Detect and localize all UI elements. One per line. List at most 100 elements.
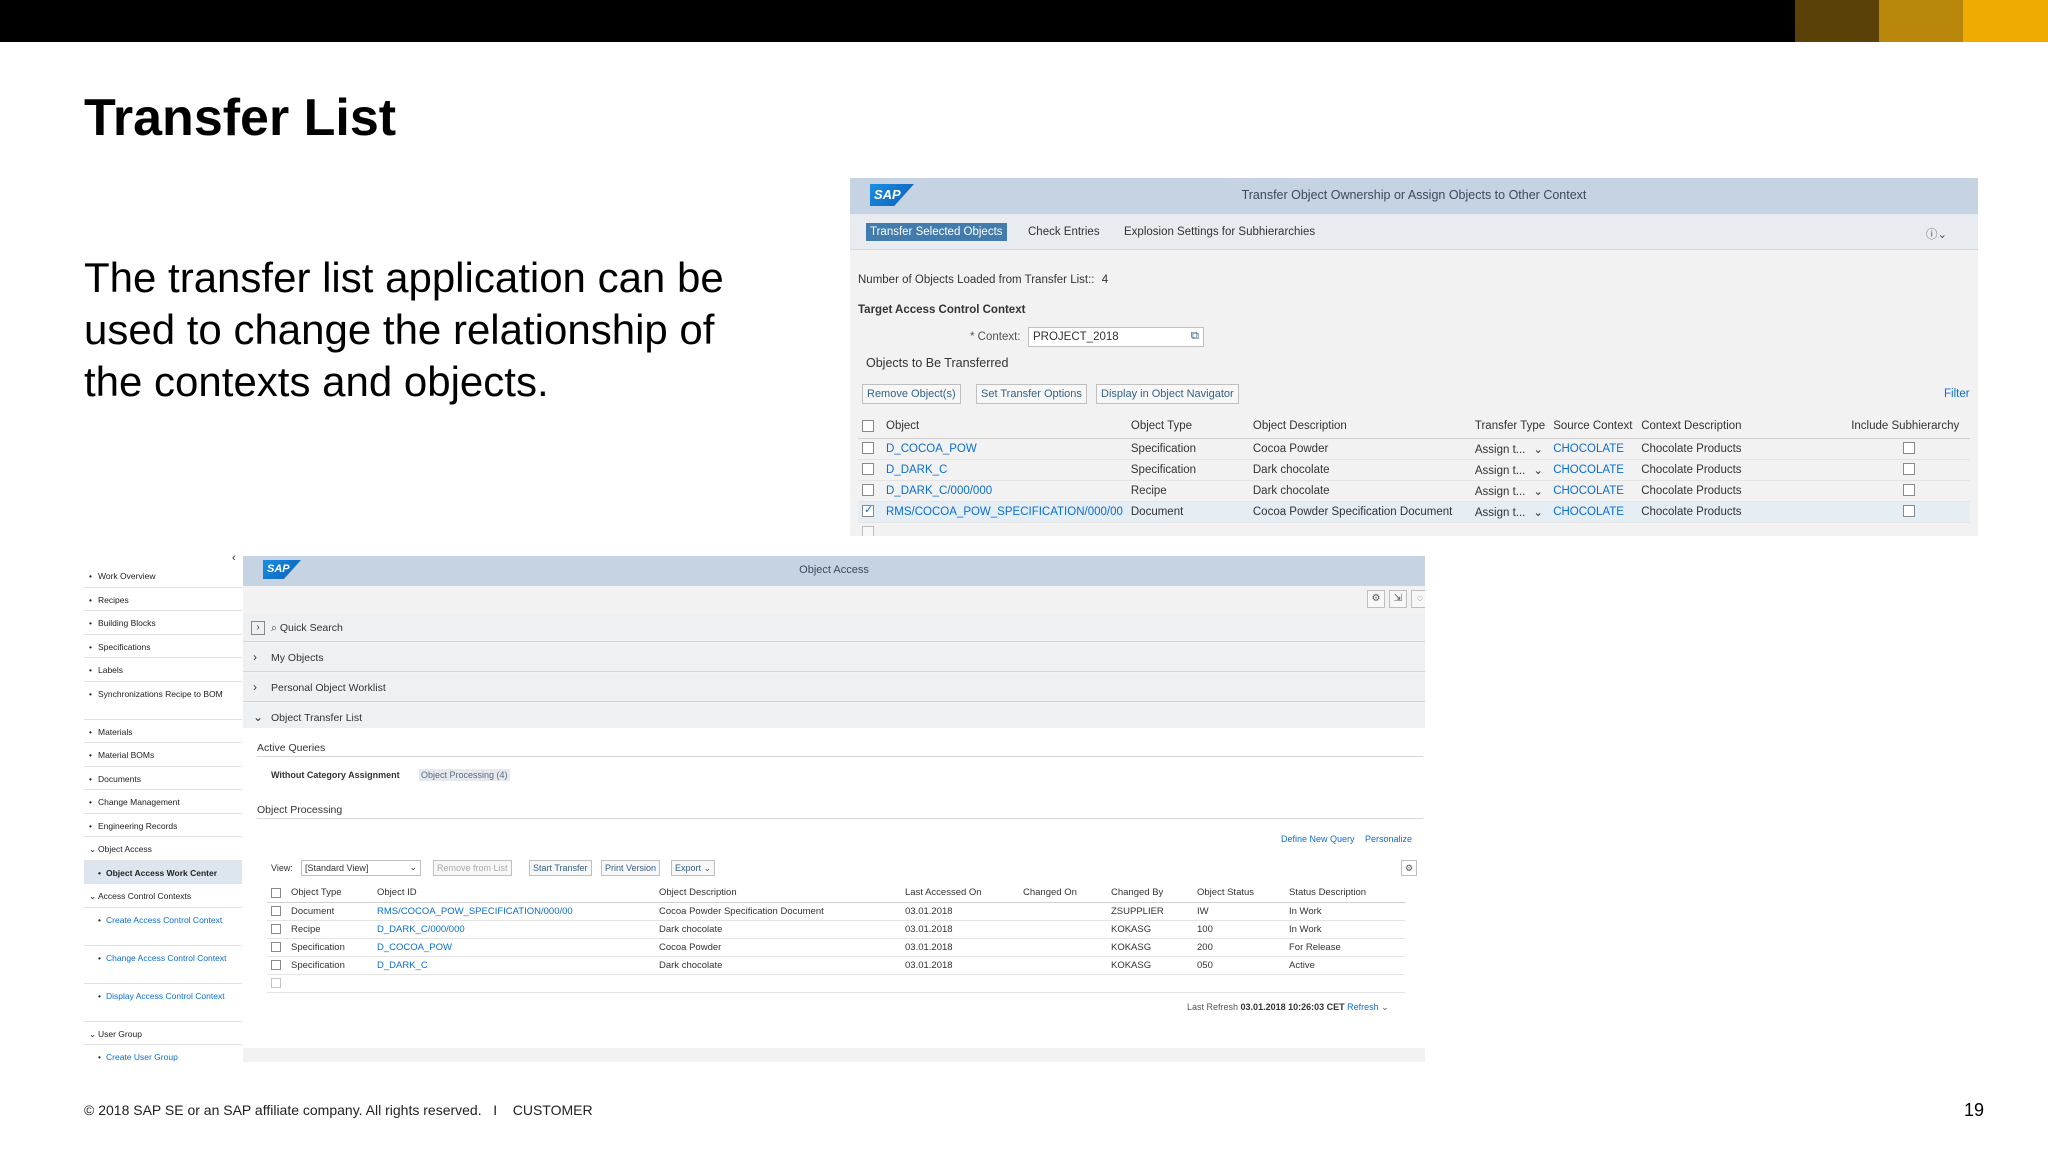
source-context-link[interactable]: CHOCOLATE (1549, 501, 1638, 523)
table-row[interactable]: Specification D_COCOA_POW Cocoa Powder 03.0… (267, 938, 1405, 957)
sidebar-item-change-access-control-context[interactable]: • Change Access Control Context (84, 946, 242, 984)
row-checkbox[interactable] (858, 480, 882, 502)
display-object-navigator-button[interactable]: Display in Object Navigator (1096, 384, 1239, 404)
object-id-link[interactable]: D_DARK_C/000/000 (373, 920, 655, 939)
row-checkbox[interactable] (858, 522, 882, 536)
link-icon[interactable]: ⇲ (1389, 590, 1407, 608)
object-id-link[interactable]: D_COCOA_POW (373, 938, 655, 957)
transfer-type-select[interactable]: Assign t... ⌄ (1470, 459, 1550, 481)
settings-icon[interactable]: ⚙ (1367, 590, 1385, 608)
sidebar-item-change-management[interactable]: • Change Management (84, 790, 242, 814)
explosion-settings-button[interactable]: Explosion Settings for Subhierarchies (1120, 223, 1319, 241)
sidebar-item-work-overview[interactable]: • Work Overview (84, 564, 242, 588)
row-checkbox[interactable] (267, 938, 287, 957)
filter-link[interactable]: Filter (1944, 388, 1970, 400)
context-input[interactable]: PROJECT_2018 ⧉ (1028, 327, 1204, 347)
object-link[interactable]: D_COCOA_POW (882, 438, 1127, 460)
col-source-context[interactable]: Source Context (1549, 414, 1638, 439)
chevron-down-icon[interactable]: ⌄ (1533, 444, 1543, 456)
col-changed-by[interactable]: Changed By (1107, 884, 1193, 903)
checkbox[interactable] (1902, 484, 1915, 497)
row-checkbox[interactable] (267, 902, 287, 921)
expand-icon[interactable]: › (251, 621, 265, 635)
check-entries-button[interactable]: Check Entries (1024, 223, 1104, 241)
sidebar-item-user-group[interactable]: ⌄ User Group (84, 1022, 242, 1045)
chevron-down-icon[interactable]: ⌄ (1533, 465, 1543, 477)
sidebar-item-building-blocks[interactable]: • Building Blocks (84, 611, 242, 635)
object-id-link[interactable]: D_DARK_C (373, 956, 655, 975)
chevron-down-icon[interactable]: ⌄ (1533, 507, 1543, 519)
select-all-checkbox[interactable] (858, 414, 882, 439)
sidebar-item-access-control-contexts[interactable]: ⌄ Access Control Contexts (84, 884, 242, 908)
table-row[interactable]: Specification D_DARK_C Dark chocolate 03.01… (267, 956, 1405, 975)
table-row[interactable]: Document RMS/COCOA_POW_SPECIFICATION/000/… (267, 902, 1405, 921)
start-transfer-button[interactable]: Start Transfer (529, 860, 592, 876)
object-link[interactable]: RMS/COCOA_POW_SPECIFICATION/000/00 (882, 501, 1127, 523)
row-checkbox[interactable] (267, 956, 287, 975)
transfer-type-select[interactable]: Assign t... ⌄ (1470, 438, 1550, 460)
include-subhierarchy-checkbox[interactable] (1847, 459, 1970, 481)
sidebar-item-specifications[interactable]: • Specifications (84, 635, 242, 658)
chevron-down-icon[interactable]: ⌄ (1381, 1002, 1389, 1012)
col-changed-on[interactable]: Changed On (1019, 884, 1107, 903)
checkbox[interactable] (271, 959, 281, 970)
remove-objects-button[interactable]: Remove Object(s) (862, 384, 961, 404)
col-object-description[interactable]: Object Description (655, 884, 901, 903)
checkbox[interactable] (862, 442, 874, 455)
table-row[interactable]: D_DARK_C/000/000 Recipe Dark chocolate Assi… (858, 480, 1970, 502)
transfer-type-select[interactable]: Assign t... ⌄ (1470, 501, 1550, 523)
table-row[interactable]: D_DARK_C Specification Dark chocolate Assig… (858, 459, 1970, 481)
sidebar-item-engineering-records[interactable]: • Engineering Records (84, 814, 242, 837)
checkbox[interactable] (862, 463, 874, 476)
sidebar-item-synchronizations-recipe-to-bom[interactable]: • Synchronizations Recipe to BOM (84, 682, 242, 720)
col-last-accessed[interactable]: Last Accessed On (901, 884, 1019, 903)
checkbox[interactable] (1902, 463, 1915, 476)
select-all-checkbox[interactable] (267, 884, 287, 903)
checkbox[interactable] (1902, 505, 1915, 518)
sidebar-item-documents[interactable]: • Documents (84, 767, 242, 790)
sidebar-item-object-access-work-center[interactable]: • Object Access Work Center (84, 860, 242, 884)
refresh-link[interactable]: Refresh (1347, 1002, 1379, 1012)
source-context-link[interactable]: CHOCOLATE (1549, 459, 1638, 481)
personalize-link[interactable]: Personalize (1365, 834, 1412, 844)
sidebar-item-display-access-control-context[interactable]: • Display Access Control Context (84, 984, 242, 1022)
sidebar-item-material-boms[interactable]: • Material BOMs (84, 743, 242, 767)
sidebar-item-object-access[interactable]: ⌄ Object Access (84, 837, 242, 861)
checkbox[interactable] (862, 503, 874, 518)
set-transfer-options-button[interactable]: Set Transfer Options (976, 384, 1087, 404)
help-icon[interactable]: ⓘ⌄ (1922, 223, 1951, 245)
table-row[interactable]: D_COCOA_POW Specification Cocoa Powder Assi… (858, 438, 1970, 460)
table-row[interactable]: Recipe D_DARK_C/000/000 Dark chocolate 03.0… (267, 920, 1405, 939)
row-checkbox[interactable] (267, 974, 287, 993)
source-context-link[interactable]: CHOCOLATE (1549, 480, 1638, 502)
personal-worklist-row[interactable]: › Personal Object Worklist (243, 674, 1425, 702)
row-checkbox[interactable] (858, 438, 882, 460)
checkbox[interactable] (271, 905, 281, 916)
col-object-description[interactable]: Object Description (1248, 414, 1471, 439)
checkbox[interactable] (271, 941, 281, 952)
quick-search-row[interactable]: › ⌕ Quick Search (243, 614, 1425, 642)
remove-from-list-button[interactable]: Remove from List (433, 860, 512, 876)
my-objects-row[interactable]: › My Objects (243, 644, 1425, 672)
object-link[interactable]: D_DARK_C (882, 459, 1127, 481)
col-object-type[interactable]: Object Type (287, 884, 373, 903)
col-object-id[interactable]: Object ID (373, 884, 655, 903)
define-new-query-link[interactable]: Define New Query (1281, 834, 1355, 844)
sidebar-item-labels[interactable]: • Labels (84, 658, 242, 682)
col-include-subhierarchy[interactable]: Include Subhierarchy (1847, 414, 1970, 439)
transfer-selected-objects-button[interactable]: Transfer Selected Objects (866, 223, 1007, 241)
collapse-sidebar-icon[interactable]: ‹ (232, 552, 236, 564)
checkbox[interactable] (862, 484, 874, 497)
row-checkbox[interactable] (858, 501, 882, 523)
checkbox[interactable] (1902, 442, 1915, 455)
col-status-description[interactable]: Status Description (1285, 884, 1405, 903)
sidebar-item-materials[interactable]: • Materials (84, 720, 242, 743)
object-processing-query-link[interactable]: Object Processing (4) (419, 769, 510, 781)
view-select[interactable]: [Standard View] ⌄ (301, 860, 421, 876)
more-icon[interactable]: ◌ (1411, 590, 1425, 608)
object-id-link[interactable]: RMS/COCOA_POW_SPECIFICATION/000/00 (373, 902, 655, 921)
checkbox[interactable] (271, 923, 281, 934)
transfer-type-select[interactable]: Assign t... ⌄ (1470, 480, 1550, 502)
sidebar-item-create-user-group[interactable]: • Create User Group (84, 1045, 242, 1062)
row-checkbox[interactable] (858, 459, 882, 481)
